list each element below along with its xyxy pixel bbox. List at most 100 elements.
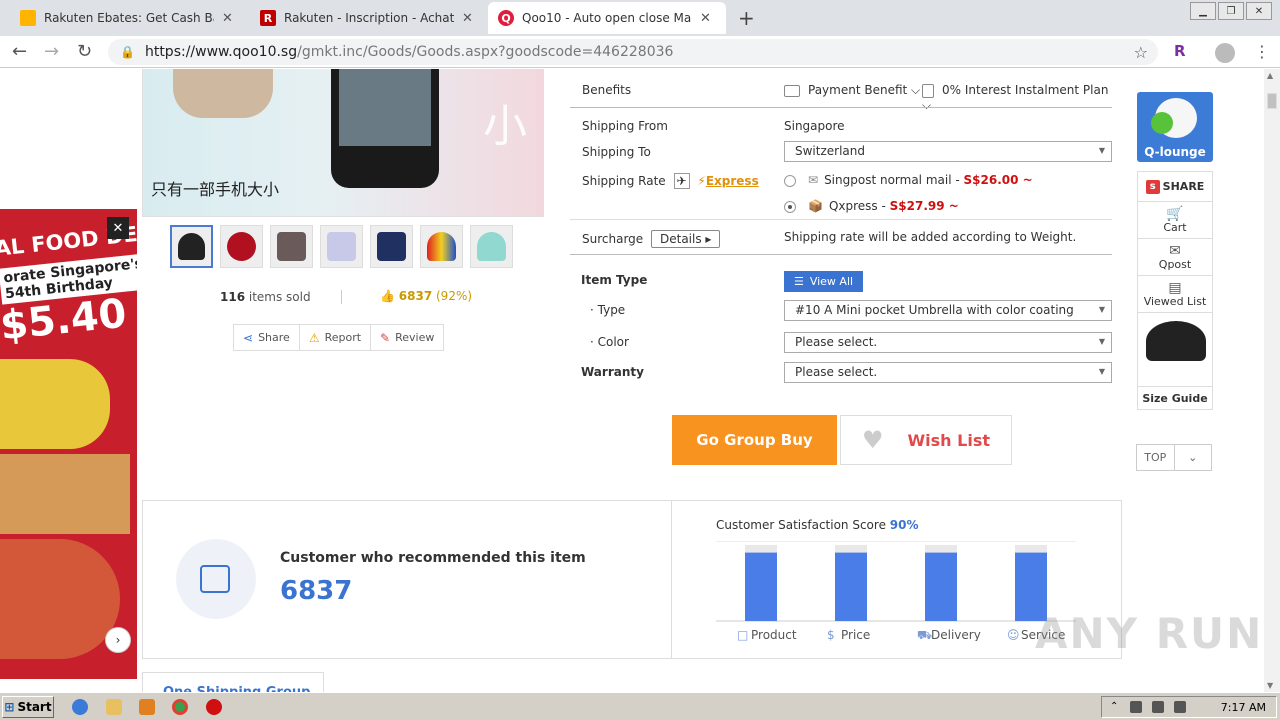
color-select[interactable]: Please select. bbox=[784, 332, 1112, 353]
reload-icon[interactable]: ↻ bbox=[77, 41, 92, 62]
volume-icon[interactable] bbox=[1152, 701, 1164, 713]
windows-logo-icon: ⊞ bbox=[4, 700, 15, 714]
flag-icon[interactable] bbox=[1174, 701, 1186, 713]
items-sold-label: items sold bbox=[245, 290, 311, 304]
thumbnail-4[interactable] bbox=[320, 225, 363, 268]
browser-tab-qoo10[interactable]: Q Qoo10 - Auto open close Magic Umb ✕ bbox=[488, 2, 726, 34]
sidebar-cart-button[interactable]: 🛒 Cart bbox=[1138, 202, 1212, 239]
image-caption: 只有一部手机大小 bbox=[151, 180, 280, 199]
go-group-buy-button[interactable]: Go Group Buy bbox=[672, 415, 837, 465]
shipping-from-value: Singapore bbox=[784, 119, 845, 133]
q-lounge-button[interactable]: Q-lounge bbox=[1137, 92, 1213, 162]
thumbs-up-icon: 👍 bbox=[380, 289, 395, 303]
list-icon: ☰ bbox=[793, 275, 804, 288]
forward-arrow-icon[interactable]: → bbox=[44, 41, 59, 62]
report-button[interactable]: ⚠ Report bbox=[300, 325, 372, 350]
profile-avatar-icon[interactable] bbox=[1215, 43, 1235, 63]
media-player-icon[interactable] bbox=[139, 699, 155, 715]
thumbnail-6[interactable] bbox=[420, 225, 463, 268]
ad-close-icon[interactable]: ✕ bbox=[107, 217, 129, 239]
opera-icon[interactable] bbox=[206, 699, 222, 715]
qxpress-price: S$27.99 ~ bbox=[889, 199, 959, 213]
review-button[interactable]: ✎ Review bbox=[371, 325, 443, 350]
recommend-icon bbox=[176, 539, 256, 619]
calendar-icon bbox=[922, 83, 934, 98]
browser-toolbar: ← → ↻ 🔒 https://www.qoo10.sg/gmkt.inc/Go… bbox=[0, 36, 1280, 68]
surcharge-label: Surcharge bbox=[582, 232, 644, 246]
scroll-up-icon[interactable]: ▲ bbox=[1267, 71, 1273, 80]
browser-tab-rakuten-inscription[interactable]: R Rakuten - Inscription - Achat et vent … bbox=[250, 2, 486, 34]
thumbnail-2[interactable] bbox=[220, 225, 263, 268]
size-guide-label[interactable]: Size Guide bbox=[1138, 387, 1212, 409]
tray-expand-icon[interactable]: ⌃ bbox=[1110, 701, 1122, 713]
ad-food-image bbox=[0, 454, 130, 534]
browser-tab-rakuten-ebates[interactable]: Rakuten Ebates: Get Cash Back For ✕ bbox=[10, 2, 246, 34]
payment-benefit-dropdown[interactable]: Payment Benefit ⌵ bbox=[784, 83, 920, 98]
sidebar-viewed-list-button[interactable]: ▤ Viewed List bbox=[1138, 276, 1212, 313]
chrome-icon[interactable] bbox=[172, 699, 188, 715]
thumbnail-5[interactable] bbox=[370, 225, 413, 268]
close-tab-icon[interactable]: ✕ bbox=[462, 11, 473, 26]
details-label: Details bbox=[660, 232, 702, 246]
thumbnail-1[interactable] bbox=[170, 225, 213, 268]
ad-banner[interactable]: AL FOOD DELIGHTS orate Singapore's54th B… bbox=[0, 209, 137, 679]
report-label: Report bbox=[324, 331, 362, 344]
shipping-group-tab[interactable]: One Shipping Group bbox=[142, 672, 324, 692]
item-type-label: Item Type bbox=[581, 273, 648, 287]
start-button[interactable]: ⊞ Start bbox=[2, 696, 54, 718]
minimize-icon[interactable]: ▁ bbox=[1190, 2, 1216, 20]
ie-icon[interactable] bbox=[72, 699, 88, 715]
chevron-down-icon[interactable]: ⌄ bbox=[1173, 445, 1212, 470]
shipping-from-label: Shipping From bbox=[582, 119, 668, 133]
new-tab-icon[interactable]: + bbox=[738, 6, 755, 30]
network-icon[interactable] bbox=[1130, 701, 1142, 713]
sidebar-qpost-button[interactable]: ✉ Qpost bbox=[1138, 239, 1212, 276]
list-icon: ▤ bbox=[1168, 279, 1182, 296]
ad-next-icon[interactable]: › bbox=[105, 627, 131, 653]
address-bar[interactable]: 🔒 https://www.qoo10.sg/gmkt.inc/Goods/Go… bbox=[108, 39, 1158, 65]
category-icon-delivery: ⛟ bbox=[917, 628, 932, 641]
thumbnail-7[interactable] bbox=[470, 225, 513, 268]
divider bbox=[570, 219, 1112, 220]
close-window-icon[interactable]: ✕ bbox=[1246, 2, 1272, 20]
url-path: /gmkt.inc/Goods/Goods.aspx?goodscode=446… bbox=[297, 44, 674, 60]
shipping-option-qxpress[interactable]: 📦 Qxpress - S$27.99 ~ bbox=[784, 199, 959, 213]
divider bbox=[341, 290, 342, 304]
singpost-price: S$26.00 ~ bbox=[963, 173, 1033, 187]
score-value: 90% bbox=[889, 518, 919, 532]
back-arrow-icon[interactable]: ← bbox=[12, 41, 27, 62]
items-sold-count: 116 bbox=[220, 290, 246, 304]
radio-qxpress[interactable] bbox=[784, 200, 796, 213]
warranty-select[interactable]: Please select. bbox=[784, 362, 1112, 383]
express-link[interactable]: Express bbox=[706, 174, 759, 188]
shipping-to-select[interactable]: Switzerland bbox=[784, 141, 1112, 162]
type-select[interactable]: #10 A Mini pocket Umbrella with color co… bbox=[784, 300, 1112, 321]
details-button[interactable]: Details ▸ bbox=[651, 230, 721, 248]
size-guide-image[interactable] bbox=[1138, 313, 1212, 387]
scroll-top-button[interactable]: TOP bbox=[1137, 445, 1174, 470]
view-all-button[interactable]: ☰ View All bbox=[784, 271, 863, 292]
wish-list-button[interactable]: ♥ Wish List bbox=[840, 415, 1012, 465]
sidebar-share-button[interactable]: s SHARE bbox=[1138, 172, 1212, 202]
bookmark-star-icon[interactable]: ☆ bbox=[1134, 43, 1148, 62]
scrollbar-thumb[interactable] bbox=[1267, 93, 1277, 109]
scroll-down-icon[interactable]: ▼ bbox=[1267, 681, 1273, 690]
share-button[interactable]: ⋖ Share bbox=[234, 325, 300, 350]
rakuten-extension-icon[interactable]: R bbox=[1174, 42, 1186, 60]
category-icon-product: □ bbox=[737, 628, 748, 641]
instalment-dropdown[interactable]: 0% Interest Instalment Plan ⌵ bbox=[922, 83, 1115, 113]
maximize-icon[interactable]: ❐ bbox=[1218, 2, 1244, 20]
thumbnail-3[interactable] bbox=[270, 225, 313, 268]
menu-kebab-icon[interactable]: ⋮ bbox=[1254, 42, 1270, 61]
shipping-option-singpost[interactable]: ✉ Singpost normal mail - S$26.00 ~ bbox=[784, 173, 1033, 187]
close-tab-icon[interactable]: ✕ bbox=[222, 11, 233, 26]
close-tab-icon[interactable]: ✕ bbox=[700, 11, 711, 26]
likes-count: 👍 6837 (92%) bbox=[380, 289, 472, 303]
share-badge-icon: s bbox=[1145, 179, 1160, 194]
radio-singpost[interactable] bbox=[784, 174, 796, 187]
rakuten-ebates-favicon-icon bbox=[20, 10, 36, 26]
page-scrollbar[interactable]: ▲ ▼ bbox=[1264, 69, 1280, 692]
phone-screen-graphic bbox=[339, 69, 431, 146]
folder-icon[interactable] bbox=[106, 699, 122, 715]
image-overlay-char: 小 bbox=[483, 101, 527, 152]
